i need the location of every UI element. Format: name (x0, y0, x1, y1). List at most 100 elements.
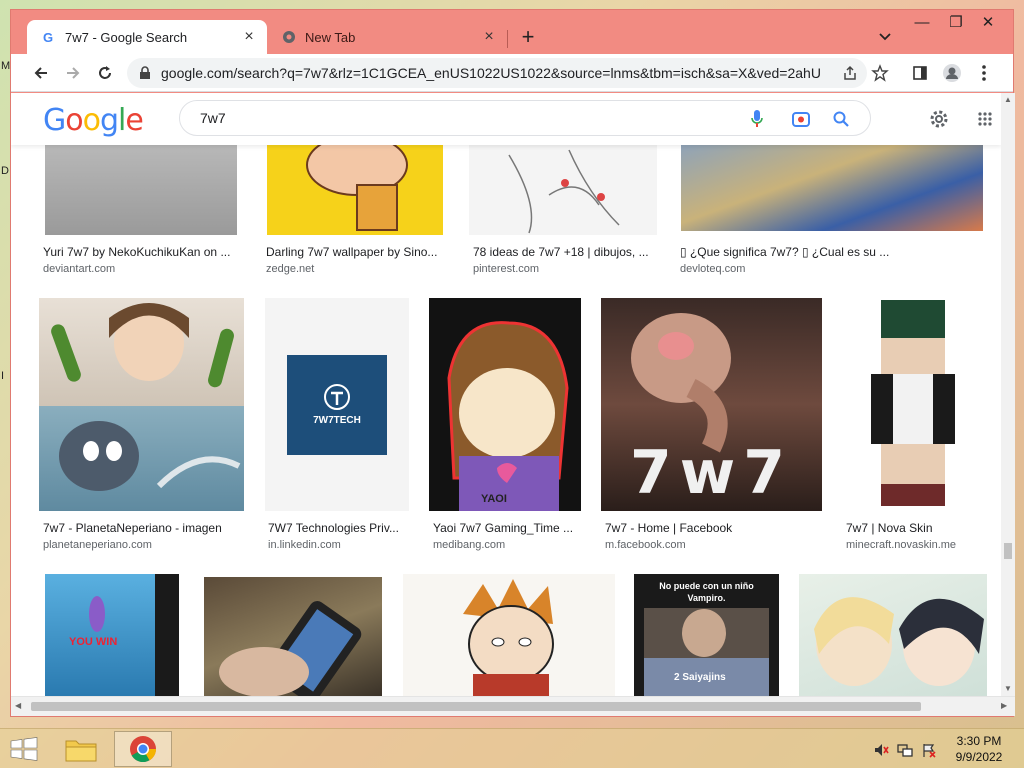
shirt-text: YAOI (481, 493, 507, 505)
share-icon[interactable] (839, 62, 861, 84)
search-input[interactable]: 7w7 (179, 100, 871, 136)
scroll-right-arrow-icon[interactable]: ▶ (1001, 701, 1007, 710)
scroll-down-arrow-icon[interactable]: ▼ (1004, 684, 1012, 693)
result-image[interactable]: YOU WIN (45, 574, 179, 696)
result-image[interactable] (204, 577, 382, 696)
windows-start-icon[interactable] (10, 737, 38, 761)
browser-toolbar: google.com/search?q=7w7&rlz=1C1GCEA_enUS… (11, 54, 1013, 92)
result-caption[interactable]: Darling 7w7 wallpaper by Sino... (266, 245, 452, 259)
search-icon[interactable] (831, 109, 851, 129)
apps-grid-icon[interactable] (973, 107, 997, 131)
result-image[interactable]: 7w7 (601, 298, 822, 511)
result-caption[interactable]: 7w7 - Home | Facebook (605, 521, 815, 535)
tab-title: New Tab (305, 29, 356, 45)
result-source[interactable]: medibang.com (433, 539, 505, 551)
system-clock[interactable]: 3:30 PM 9/9/2022 (944, 733, 1014, 765)
taskbar: 3:30 PM 9/9/2022 (0, 728, 1024, 768)
result-image[interactable]: YAOI (429, 298, 581, 511)
side-panel-icon[interactable] (909, 62, 931, 84)
result-image[interactable]: 7W7TECH (265, 298, 409, 511)
desktop-icon-label: I (1, 370, 5, 382)
result-image[interactable] (45, 145, 237, 235)
logo-letter: e (125, 103, 143, 138)
vertical-scroll-thumb[interactable] (1004, 543, 1012, 559)
result-source[interactable]: m.facebook.com (605, 539, 686, 551)
result-caption[interactable]: 7w7 - PlanetaNeperiano - imagen (43, 521, 243, 535)
settings-gear-icon[interactable] (927, 107, 951, 131)
big-7w7-text: 7w7 (630, 438, 793, 508)
meme-bottom-text: 2 Saiyajins (674, 672, 726, 683)
7w7tech-logo: 7W7TECH (287, 355, 387, 455)
restore-button[interactable]: ❐ (941, 12, 971, 34)
tab-google-search[interactable]: G 7w7 - Google Search × (27, 20, 267, 54)
volume-muted-icon[interactable] (872, 741, 890, 759)
result-image[interactable] (39, 298, 244, 511)
address-bar[interactable]: google.com/search?q=7w7&rlz=1C1GCEA_enUS… (127, 58, 867, 88)
desktop-icon-label: D (1, 165, 9, 177)
result-source[interactable]: zedge.net (266, 263, 314, 275)
tab-strip: G 7w7 - Google Search × New Tab × + — ❐ … (11, 10, 1013, 54)
result-caption[interactable]: Yaoi 7w7 Gaming_Time ... (433, 521, 583, 535)
result-caption[interactable]: 7W7 Technologies Priv... (268, 521, 408, 535)
action-center-flag-icon[interactable] (920, 741, 938, 759)
result-image[interactable]: No puede con un niño Vampiro. 2 Saiyajin… (634, 574, 779, 696)
result-caption[interactable]: ▯ ¿Que significa 7w7? ▯ ¿Cual es su ... (680, 245, 920, 259)
profile-avatar-icon[interactable] (941, 62, 963, 84)
microphone-icon[interactable] (747, 109, 767, 129)
google-images-page: Google 7w7 Yuri 7w7 by NekoKuchikuKan on… (11, 93, 1001, 696)
scroll-up-arrow-icon[interactable]: ▲ (1004, 95, 1012, 104)
chrome-taskbar-icon[interactable] (114, 731, 172, 767)
tab-new-tab[interactable]: New Tab × (267, 20, 507, 54)
network-icon[interactable] (896, 741, 914, 759)
result-image[interactable] (799, 574, 987, 696)
tab-search-chevron-icon[interactable] (875, 26, 895, 46)
result-image[interactable] (681, 145, 983, 231)
result-caption[interactable]: Yuri 7w7 by NekoKuchikuKan on ... (43, 245, 243, 259)
google-favicon-icon: G (41, 29, 57, 45)
file-explorer-icon[interactable] (52, 731, 110, 767)
google-logo[interactable]: Google (43, 103, 144, 138)
meme-top-text: No puede con un niño Vampiro. (659, 581, 754, 603)
google-header: Google 7w7 (11, 93, 1001, 145)
desktop-icon-label: M (1, 60, 11, 72)
close-tab-icon[interactable]: × (481, 29, 497, 45)
forward-arrow-icon[interactable] (59, 59, 87, 87)
kebab-menu-icon[interactable] (973, 62, 995, 84)
logo-letter: o (65, 103, 83, 138)
you-win-text: YOU WIN (69, 636, 118, 648)
new-tab-button[interactable]: + (515, 24, 541, 50)
result-image[interactable] (267, 145, 443, 235)
result-source[interactable]: minecraft.novaskin.me (846, 539, 956, 551)
result-source[interactable]: deviantart.com (43, 263, 115, 275)
lock-icon (139, 66, 153, 80)
clock-date: 9/9/2022 (955, 750, 1003, 764)
result-source[interactable]: planetaneperiano.com (43, 539, 152, 551)
close-window-button[interactable]: ✕ (973, 12, 1003, 34)
back-arrow-icon[interactable] (27, 59, 55, 87)
close-tab-icon[interactable]: × (241, 29, 257, 45)
logo-text: 7W7TECH (313, 415, 361, 426)
result-source[interactable]: pinterest.com (473, 263, 539, 275)
horizontal-scroll-thumb[interactable] (31, 702, 921, 711)
result-image[interactable] (403, 574, 615, 696)
browser-window: G 7w7 - Google Search × New Tab × + — ❐ … (10, 9, 1015, 717)
horizontal-scrollbar[interactable]: ◀ ▶ (11, 696, 1015, 716)
clock-time: 3:30 PM (956, 734, 1002, 748)
result-source[interactable]: devloteq.com (680, 263, 745, 275)
camera-lens-icon[interactable] (791, 109, 811, 129)
result-caption[interactable]: 78 ideas de 7w7 +18 | dibujos, ... (473, 245, 663, 259)
logo-letter: G (43, 103, 66, 138)
minimize-button[interactable]: — (907, 12, 937, 34)
bookmark-star-icon[interactable] (869, 62, 891, 84)
tab-title: 7w7 - Google Search (65, 29, 188, 45)
result-source[interactable]: in.linkedin.com (268, 539, 341, 551)
reload-icon[interactable] (91, 59, 119, 87)
result-image[interactable] (469, 145, 657, 235)
result-caption[interactable]: 7w7 | Nova Skin (846, 521, 986, 535)
result-image[interactable] (841, 298, 986, 511)
vertical-scrollbar[interactable]: ▲ ▼ (1001, 93, 1015, 696)
search-query: 7w7 (200, 110, 226, 126)
svg-text:G: G (43, 30, 53, 44)
tab-divider (507, 30, 508, 48)
scroll-left-arrow-icon[interactable]: ◀ (15, 701, 21, 710)
